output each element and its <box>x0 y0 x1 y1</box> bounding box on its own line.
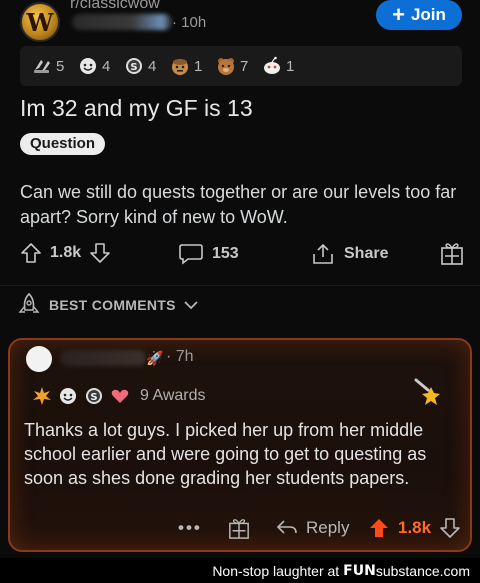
post-flair[interactable]: Question <box>20 133 106 155</box>
hands-award-icon <box>34 60 50 73</box>
comet-star-icon <box>414 378 440 405</box>
comments-button[interactable]: 153 <box>178 242 239 266</box>
subreddit-logo-icon[interactable]: W <box>20 2 60 42</box>
svg-text:S: S <box>130 62 137 73</box>
join-button[interactable]: + Join <box>376 0 462 30</box>
join-label: Join <box>410 5 446 24</box>
upvote-filled-icon[interactable] <box>368 517 390 539</box>
post-actions: 1.8k 153 Share <box>0 236 480 270</box>
award-item[interactable]: 1 <box>262 56 294 76</box>
award-item[interactable]: S 4 <box>124 56 156 76</box>
chevron-down-icon <box>184 301 198 310</box>
reply-icon <box>276 520 297 534</box>
wholesome-award-icon <box>80 58 96 74</box>
rocket-icon <box>18 292 40 313</box>
explosion-award-icon <box>33 387 51 405</box>
sort-selector[interactable]: BEST COMMENTS <box>17 292 198 318</box>
give-award-button[interactable] <box>228 516 250 540</box>
share-icon <box>313 243 333 264</box>
comment-awards[interactable]: S 9 Awards <box>32 386 206 406</box>
snoo-award-icon <box>264 56 280 74</box>
post-body: Can we still do quests together or are o… <box>20 182 457 227</box>
silver-award-icon: S <box>86 388 102 404</box>
comment-actions: ••• Reply 1.8k <box>10 516 474 546</box>
comment-body: Thanks a lot guys. I picked her up from … <box>24 420 427 488</box>
comment-icon <box>179 244 203 265</box>
share-button[interactable]: Share <box>310 242 388 266</box>
divider <box>0 285 480 286</box>
comment-score: 1.8k <box>398 518 432 537</box>
brand-rest: substance.com <box>375 562 470 579</box>
downvote-icon[interactable] <box>439 517 461 539</box>
award-item[interactable]: 1 <box>170 56 202 76</box>
comment-username-redacted <box>60 350 146 366</box>
comment-vote-group: 1.8k <box>368 517 461 539</box>
brand-fun: FUN <box>343 562 376 579</box>
award-item[interactable]: 4 <box>78 56 110 76</box>
comment-time: · 7h <box>166 348 194 365</box>
footer-caption: Non-stop laughter at <box>212 562 340 579</box>
comment-card: 🚀 · 7h S 9 Awards Thanks a lot guys. I p… <box>8 338 472 552</box>
heart-award-icon <box>111 389 129 403</box>
post-title[interactable]: Im 32 and my GF is 13 <box>20 95 253 122</box>
upvote-icon[interactable] <box>20 242 42 264</box>
avatar[interactable] <box>26 346 52 372</box>
rocket-flair-icon: 🚀 <box>146 350 164 366</box>
give-award-button[interactable] <box>440 240 464 266</box>
awards-count-label: 9 Awards <box>140 387 206 404</box>
bear-award-icon <box>218 58 234 75</box>
gift-icon <box>229 519 249 539</box>
silver-award-icon: S <box>126 58 142 74</box>
sort-label: BEST COMMENTS <box>49 297 176 313</box>
award-item[interactable]: 7 <box>216 56 248 76</box>
downvote-icon[interactable] <box>89 242 111 264</box>
face-award-icon <box>172 59 188 75</box>
watermark-footer: Non-stop laughter at FUN substance.com <box>0 558 480 583</box>
more-options-button[interactable]: ••• <box>178 518 202 538</box>
svg-text:S: S <box>90 392 97 403</box>
post-score: 1.8k <box>50 244 82 261</box>
reply-button[interactable]: Reply <box>276 518 349 538</box>
vote-group: 1.8k <box>20 242 111 264</box>
post-time: · 10h <box>172 14 207 31</box>
plus-icon: + <box>392 2 405 27</box>
post-card: W r/classicwow · 10h + Join 5 4 S 4 1 7 … <box>0 0 480 340</box>
subreddit-name[interactable]: r/classicwow <box>70 0 160 13</box>
award-item[interactable]: 5 <box>32 56 64 76</box>
gift-icon <box>441 243 463 265</box>
awards-bar[interactable]: 5 4 S 4 1 7 1 <box>20 46 462 86</box>
wholesome-award-icon <box>60 388 76 404</box>
username-redacted <box>72 14 172 30</box>
